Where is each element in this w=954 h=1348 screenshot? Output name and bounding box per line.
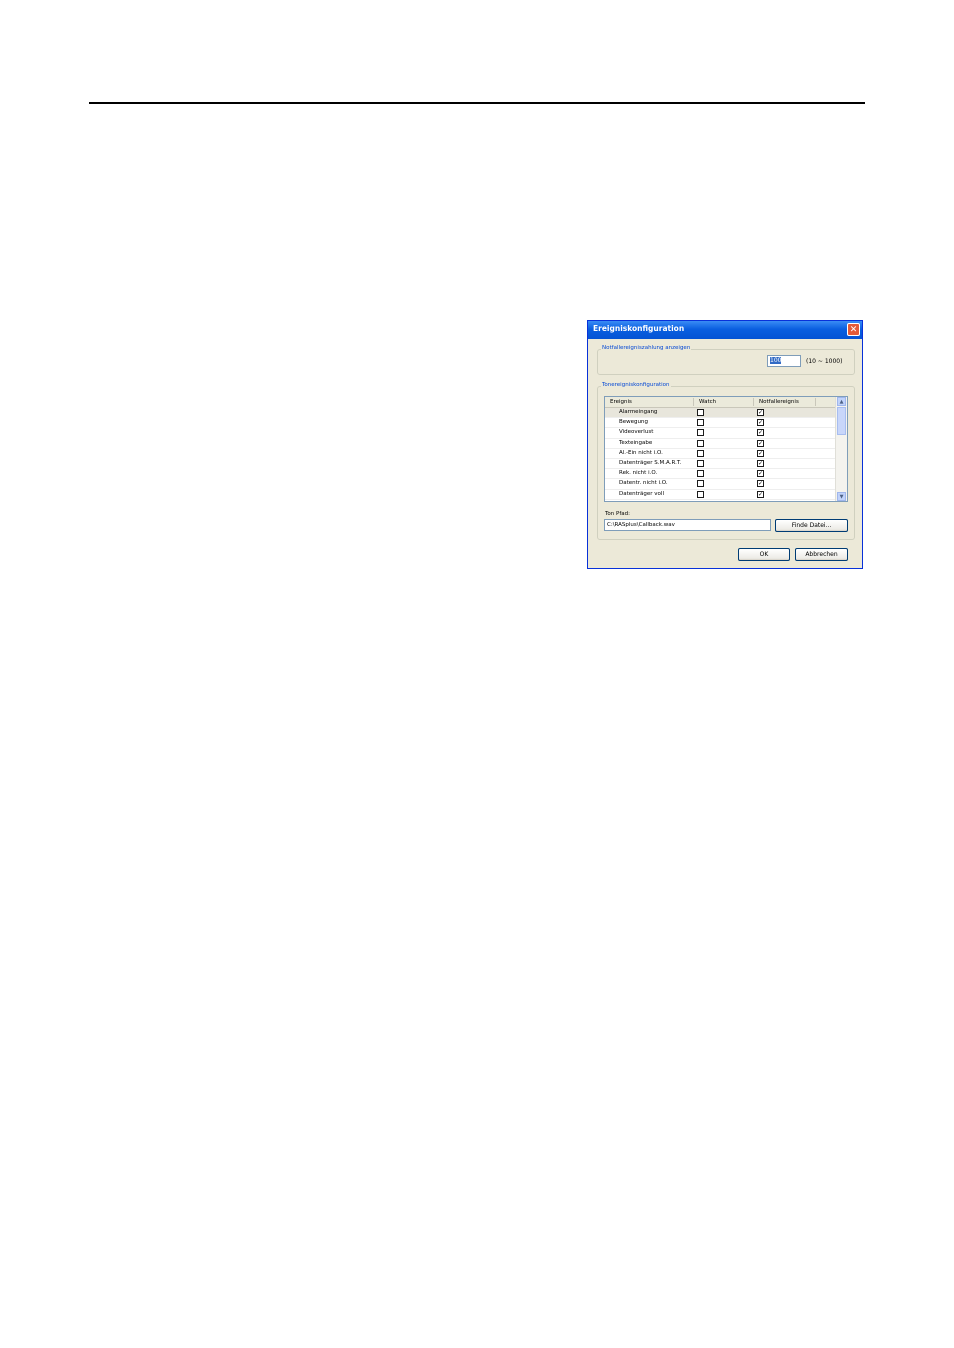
chevron-down-icon: ▼: [839, 494, 844, 500]
event-name: Bewegung: [619, 419, 648, 426]
cancel-button[interactable]: Abbrechen: [795, 548, 848, 561]
emergency-checkbox[interactable]: ✓: [757, 429, 764, 437]
find-file-button[interactable]: Finde Datei...: [775, 519, 848, 532]
dialog-titlebar[interactable]: Ereigniskonfiguration ✕: [588, 321, 862, 339]
event-list-header: Ereignis Watch Notfallereignis: [605, 397, 837, 408]
event-list[interactable]: Ereignis Watch Notfallereignis Alarmeing…: [604, 396, 848, 502]
page-header-rule: [89, 102, 865, 104]
table-row[interactable]: Datenträger S.M.A.R.T. ✓: [605, 459, 837, 470]
table-row[interactable]: Alarmeingang ✓: [605, 408, 837, 419]
column-header-ereignis[interactable]: Ereignis: [610, 399, 632, 405]
watch-checkbox[interactable]: [697, 470, 704, 478]
chevron-up-icon: ▲: [839, 399, 844, 405]
sound-path-label: Ton Pfad:: [605, 511, 630, 517]
table-row[interactable]: Rek. nicht i.O. ✓: [605, 469, 837, 480]
table-row[interactable]: Bewegung ✓: [605, 418, 837, 429]
sound-event-legend: Tonereigniskonfiguration: [601, 382, 671, 388]
table-row[interactable]: Datenträger voll ✓: [605, 490, 837, 500]
watch-checkbox[interactable]: [697, 490, 704, 498]
watch-checkbox[interactable]: [697, 419, 704, 427]
emergency-count-value: 100: [770, 357, 782, 364]
emergency-count-group: Notfallereigniszahlung anzeigen 100 (10 …: [597, 345, 855, 375]
watch-checkbox[interactable]: [697, 459, 704, 467]
dialog-title: Ereigniskonfiguration: [593, 324, 685, 333]
event-name: Alarmeingang: [619, 409, 658, 415]
ok-button[interactable]: OK: [738, 548, 790, 561]
column-separator[interactable]: [693, 398, 694, 406]
emergency-count-input[interactable]: 100: [767, 355, 801, 367]
column-header-notfallereignis[interactable]: Notfallereignis: [759, 399, 799, 405]
column-header-watch[interactable]: Watch: [699, 399, 716, 405]
event-name: Rek. nicht i.O.: [619, 470, 658, 477]
scroll-up-button[interactable]: ▲: [837, 397, 846, 406]
event-name: Al.-Ein nicht i.O.: [619, 449, 663, 456]
sound-path-input[interactable]: C:\RASplus\Callback.wav: [604, 519, 771, 531]
table-row[interactable]: Videoverlust ✓: [605, 428, 837, 439]
event-config-dialog: Ereigniskonfiguration ✕ Notfallereignisz…: [587, 320, 863, 569]
sound-event-group: Tonereigniskonfiguration Ereignis Watch …: [597, 382, 855, 540]
event-list-rows: Alarmeingang ✓ Bewegung ✓ Videoverlust ✓ Texte…: [605, 408, 837, 500]
event-name: Texteingabe: [619, 439, 653, 446]
emergency-checkbox[interactable]: ✓: [757, 490, 764, 498]
emergency-checkbox[interactable]: ✓: [757, 480, 764, 488]
column-separator[interactable]: [753, 398, 754, 406]
emergency-count-range: (10 ~ 1000): [806, 358, 843, 365]
close-button[interactable]: ✕: [847, 323, 860, 336]
emergency-checkbox[interactable]: ✓: [757, 439, 764, 447]
emergency-checkbox[interactable]: ✓: [757, 459, 764, 467]
event-name: Datenträger S.M.A.R.T.: [619, 459, 682, 466]
watch-checkbox[interactable]: [697, 429, 704, 437]
close-icon: ✕: [849, 325, 858, 335]
event-name: Datentr. nicht i.O.: [619, 480, 668, 487]
event-list-scrollbar[interactable]: ▲ ▼: [835, 397, 847, 501]
column-separator[interactable]: [815, 398, 816, 406]
emergency-count-legend: Notfallereigniszahlung anzeigen: [601, 345, 692, 351]
scroll-down-button[interactable]: ▼: [837, 492, 846, 501]
emergency-checkbox[interactable]: ✓: [757, 470, 764, 478]
emergency-checkbox[interactable]: ✓: [757, 419, 764, 427]
table-row[interactable]: Datentr. nicht i.O. ✓: [605, 479, 837, 490]
scroll-thumb[interactable]: [837, 407, 846, 435]
watch-checkbox[interactable]: [697, 480, 704, 488]
watch-checkbox[interactable]: [697, 409, 704, 416]
emergency-checkbox[interactable]: ✓: [757, 409, 764, 416]
table-row[interactable]: Al.-Ein nicht i.O. ✓: [605, 449, 837, 459]
watch-checkbox[interactable]: [697, 449, 704, 457]
emergency-checkbox[interactable]: ✓: [757, 449, 764, 457]
event-name: Datenträger voll: [619, 490, 664, 497]
table-row[interactable]: Texteingabe ✓: [605, 439, 837, 449]
watch-checkbox[interactable]: [697, 439, 704, 447]
event-name: Videoverlust: [619, 429, 654, 436]
